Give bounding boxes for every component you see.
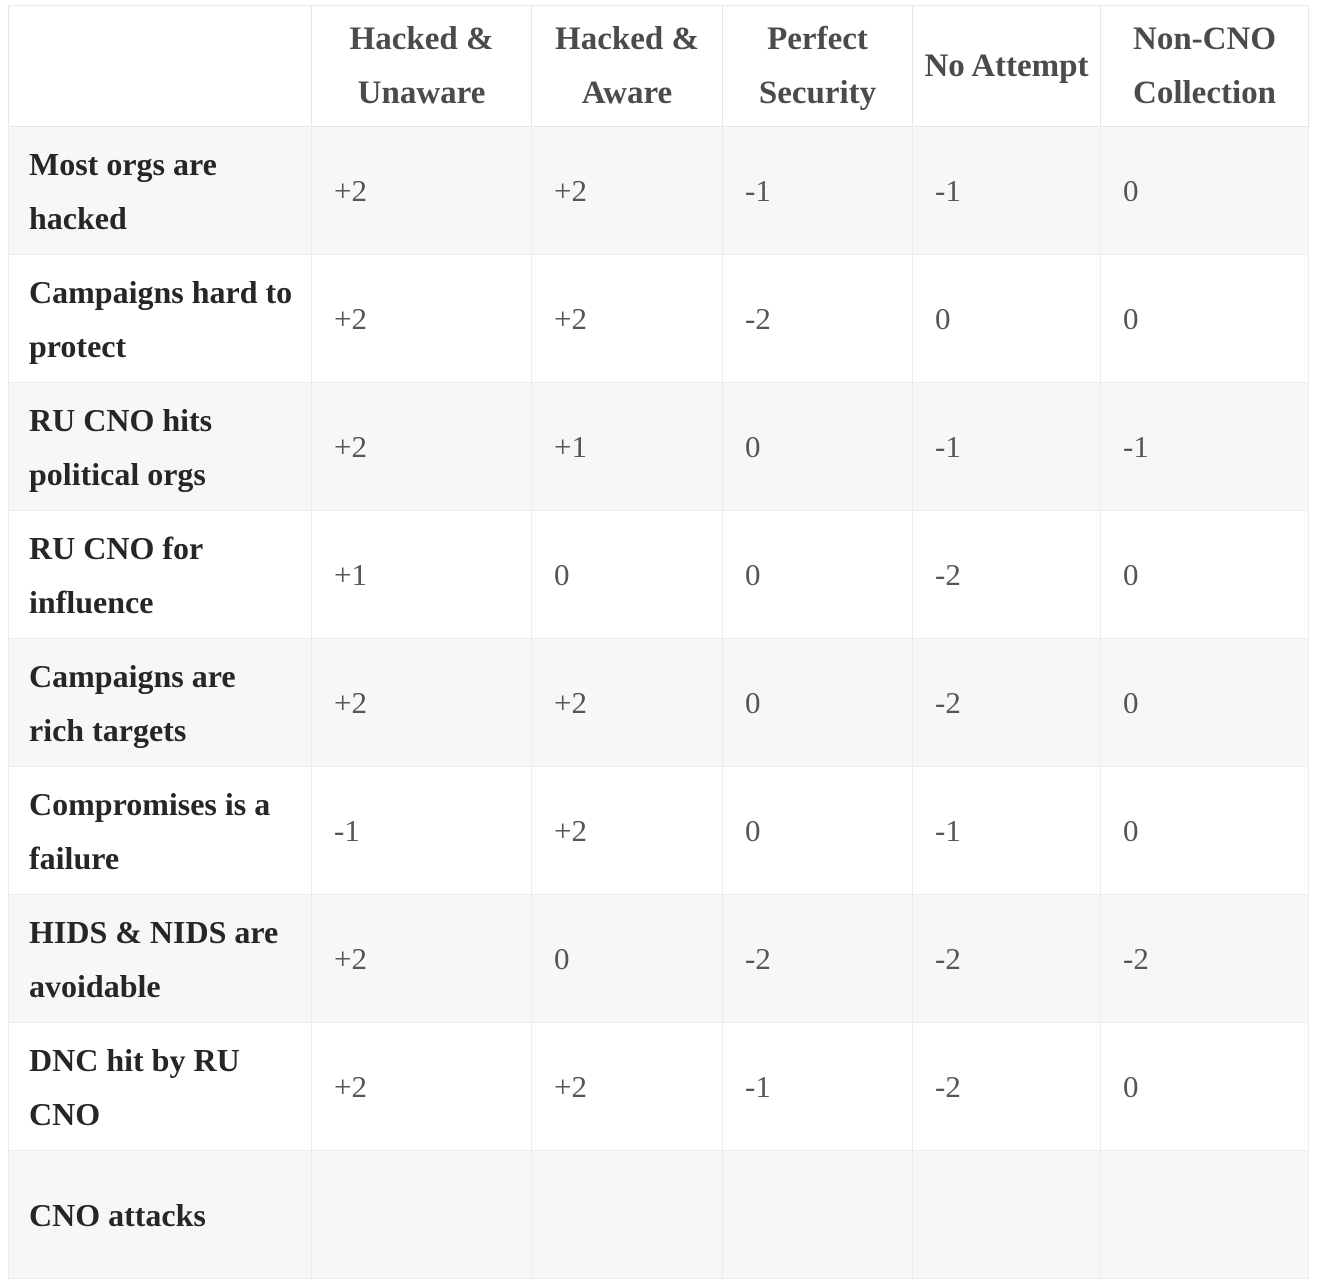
table-row: Campaigns are rich targets +2 +2 0 -2 0 — [8, 638, 1309, 767]
table-row: RU CNO for influence +1 0 0 -2 0 — [8, 510, 1309, 639]
cell-value: -1 — [912, 766, 1101, 895]
table-row: DNC hit by RU CNO +2 +2 -1 -2 0 — [8, 1022, 1309, 1151]
cell-value: +2 — [311, 254, 532, 383]
cell-value: +2 — [531, 1022, 723, 1151]
cell-value: -1 — [722, 1022, 913, 1151]
row-label: Campaigns are rich targets — [8, 638, 312, 767]
row-label: RU CNO hits political orgs — [8, 382, 312, 511]
table-row: Most orgs are hacked +2 +2 -1 -1 0 — [8, 126, 1309, 255]
cell-value: +1 — [311, 510, 532, 639]
cell-value: +2 — [311, 638, 532, 767]
cell-value: +2 — [311, 382, 532, 511]
cell-value: 0 — [531, 510, 723, 639]
cell-value: 0 — [722, 766, 913, 895]
column-header-hacked-aware: Hacked & Aware — [531, 5, 723, 127]
column-header-perfect-security: Perfect Security — [722, 5, 913, 127]
row-label: Most orgs are hacked — [8, 126, 312, 255]
cell-value: -2 — [912, 638, 1101, 767]
cell-value: -1 — [912, 382, 1101, 511]
table-row: Campaigns hard to protect +2 +2 -2 0 0 — [8, 254, 1309, 383]
table-body: Most orgs are hacked +2 +2 -1 -1 0 Campa… — [8, 126, 1309, 1279]
cell-value: +1 — [531, 382, 723, 511]
cell-value: -2 — [912, 894, 1101, 1023]
table-header: Hacked & Unaware Hacked & Aware Perfect … — [8, 5, 1309, 127]
cell-value — [311, 1150, 532, 1279]
table-corner-header — [8, 5, 312, 127]
cell-value: 0 — [531, 894, 723, 1023]
row-label: Campaigns hard to protect — [8, 254, 312, 383]
cell-value: -2 — [722, 894, 913, 1023]
cell-value: +2 — [311, 894, 532, 1023]
cell-value — [531, 1150, 723, 1279]
cell-value: -1 — [722, 126, 913, 255]
row-label: RU CNO for influence — [8, 510, 312, 639]
cell-value — [912, 1150, 1101, 1279]
page-root: Hacked & Unaware Hacked & Aware Perfect … — [0, 0, 1337, 1279]
column-header-non-cno-collection: Non-CNO Collection — [1100, 5, 1309, 127]
cell-value — [722, 1150, 913, 1279]
cell-value: +2 — [311, 126, 532, 255]
cell-value: 0 — [912, 254, 1101, 383]
cell-value: -1 — [311, 766, 532, 895]
cell-value: -2 — [912, 1022, 1101, 1151]
table-row: Compromises is a failure -1 +2 0 -1 0 — [8, 766, 1309, 895]
row-label: Compromises is a failure — [8, 766, 312, 895]
cell-value: -2 — [1100, 894, 1309, 1023]
header-row: Hacked & Unaware Hacked & Aware Perfect … — [8, 5, 1309, 127]
cell-value: +2 — [531, 638, 723, 767]
cell-value: +2 — [531, 766, 723, 895]
assessment-matrix-table: Hacked & Unaware Hacked & Aware Perfect … — [8, 5, 1309, 1279]
cell-value: 0 — [722, 638, 913, 767]
table-row: RU CNO hits political orgs +2 +1 0 -1 -1 — [8, 382, 1309, 511]
cell-value: -1 — [1100, 382, 1309, 511]
cell-value: +2 — [531, 254, 723, 383]
cell-value: 0 — [1100, 126, 1309, 255]
table-row: HIDS & NIDS are avoidable +2 0 -2 -2 -2 — [8, 894, 1309, 1023]
cell-value: 0 — [1100, 638, 1309, 767]
cell-value: 0 — [1100, 1022, 1309, 1151]
cell-value — [1100, 1150, 1309, 1279]
cell-value: +2 — [531, 126, 723, 255]
cell-value: 0 — [1100, 766, 1309, 895]
cell-value: -1 — [912, 126, 1101, 255]
cell-value: 0 — [722, 382, 913, 511]
row-label: DNC hit by RU CNO — [8, 1022, 312, 1151]
column-header-no-attempt: No Attempt — [912, 5, 1101, 127]
row-label: HIDS & NIDS are avoidable — [8, 894, 312, 1023]
table-row: CNO attacks — [8, 1150, 1309, 1279]
cell-value: -2 — [912, 510, 1101, 639]
column-header-hacked-unaware: Hacked & Unaware — [311, 5, 532, 127]
cell-value: 0 — [1100, 510, 1309, 639]
cell-value: 0 — [1100, 254, 1309, 383]
cell-value: 0 — [722, 510, 913, 639]
cell-value: -2 — [722, 254, 913, 383]
row-label: CNO attacks — [8, 1150, 312, 1279]
cell-value: +2 — [311, 1022, 532, 1151]
